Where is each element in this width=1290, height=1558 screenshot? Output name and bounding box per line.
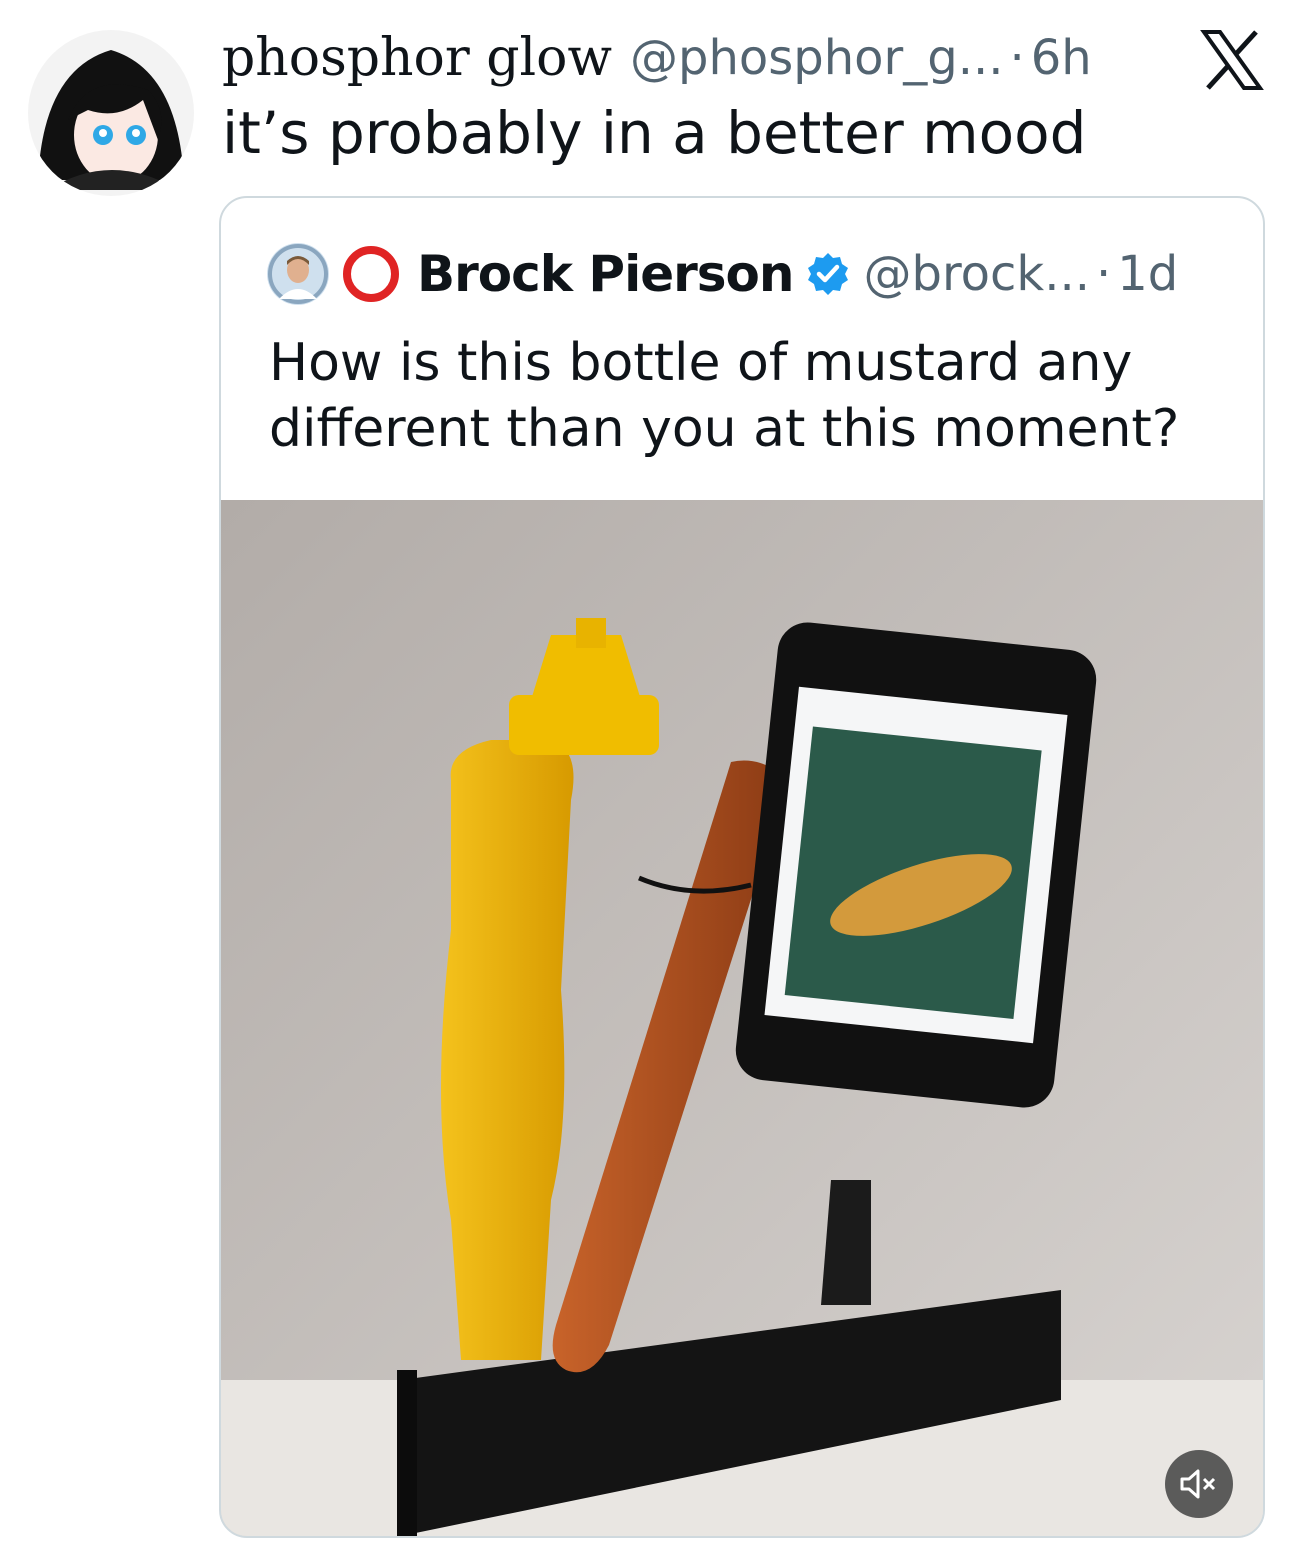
author-handle[interactable]: @phosphor_g... <box>630 30 1004 86</box>
author-name[interactable]: phosphor glow <box>222 28 612 88</box>
tweet-header: phosphor glow @phosphor_g... · 6h <box>222 26 1092 90</box>
verified-badge-icon <box>805 251 851 297</box>
quoted-timestamp[interactable]: 1d <box>1117 246 1178 302</box>
quoted-author-name[interactable]: Brock Pierson <box>417 245 794 303</box>
tweet-text: it’s probably in a better mood <box>222 99 1087 167</box>
quoted-avatar[interactable] <box>267 243 329 305</box>
x-logo-icon <box>1200 30 1264 90</box>
quoted-tweet-header: Brock Pierson @brock... · 1d <box>267 242 1178 306</box>
avatar[interactable] <box>28 30 194 196</box>
quoted-tweet[interactable]: Brock Pierson @brock... · 1d How is this… <box>219 196 1265 1538</box>
quoted-tweet-text: How is this bottle of mustard any differ… <box>269 333 1180 459</box>
quoted-author-handle[interactable]: @brock... <box>863 246 1089 302</box>
separator: · <box>1095 246 1112 302</box>
timestamp[interactable]: 6h <box>1031 30 1092 86</box>
red-ring-icon <box>343 246 399 302</box>
separator: · <box>1009 30 1025 86</box>
speaker-muted-icon[interactable] <box>1165 1450 1233 1518</box>
video-media[interactable] <box>221 500 1263 1536</box>
